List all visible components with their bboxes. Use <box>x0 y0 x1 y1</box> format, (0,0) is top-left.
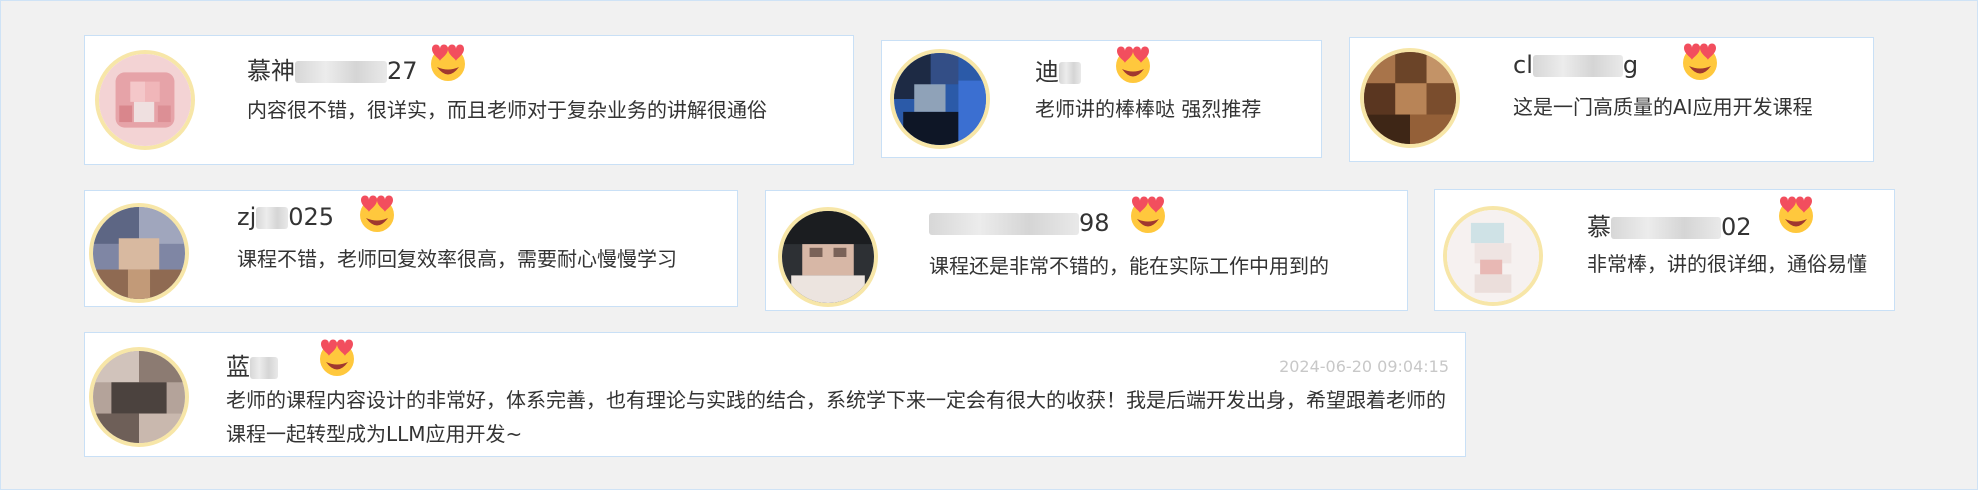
name-redaction <box>256 207 289 229</box>
review-comment: 课程不错，老师回复效率很高，需要耐心慢慢学习 <box>237 247 677 271</box>
avatar[interactable] <box>89 203 189 303</box>
review-timestamp: 2024-06-20 09:04:15 <box>1279 357 1449 376</box>
heart-eyes-emoji <box>431 44 465 81</box>
avatar[interactable] <box>890 49 990 149</box>
heart-eyes-emoji <box>360 195 394 232</box>
avatar[interactable] <box>1360 48 1460 148</box>
avatar[interactable] <box>95 50 195 150</box>
avatar[interactable] <box>1443 206 1543 306</box>
avatar[interactable] <box>89 347 189 447</box>
review-comment: 课程还是非常不错的，能在实际工作中用到的 <box>929 254 1329 278</box>
review-card: zj 025 课程不错，老师回复效率很高，需要耐心慢慢学习 <box>84 190 738 307</box>
review-board: 慕神 27 内容很不错，很详实，而且老师对于复杂业务的讲解很通俗 迪 老师讲的棒… <box>0 0 1978 490</box>
review-card: 迪 老师讲的棒棒哒 强烈推荐 <box>881 40 1322 158</box>
heart-eyes-emoji <box>1779 196 1813 233</box>
reviewer-name: zj 025 <box>237 203 335 231</box>
name-redaction <box>1532 55 1623 77</box>
name-redaction <box>1611 217 1721 239</box>
reviewer-name: 迪 <box>1035 52 1081 87</box>
review-comment: 内容很不错，很详实，而且老师对于复杂业务的讲解很通俗 <box>247 98 767 122</box>
name-redaction <box>250 357 278 379</box>
review-comment: 老师讲的棒棒哒 强烈推荐 <box>1035 97 1262 121</box>
review-comment: 这是一门高质量的AI应用开发课程 <box>1513 95 1813 119</box>
reviewer-name: 蓝 <box>226 347 278 382</box>
review-card: 蓝 2024-06-20 09:04:15 老师的课程内容设计的非常好，体系完善… <box>84 332 1466 457</box>
reviewer-name: cl g <box>1513 51 1639 79</box>
heart-eyes-emoji <box>1116 46 1150 83</box>
review-comment: 老师的课程内容设计的非常好，体系完善，也有理论与实践的结合，系统学下来一定会有很… <box>226 388 1446 446</box>
reviewer-name: 慕神 27 <box>247 57 418 85</box>
review-card: 慕神 27 内容很不错，很详实，而且老师对于复杂业务的讲解很通俗 <box>84 35 854 165</box>
review-comment: 非常棒，讲的很详细，通俗易懂 <box>1587 252 1867 276</box>
heart-eyes-emoji <box>320 339 354 376</box>
reviewer-name: 98 <box>929 209 1110 237</box>
avatar[interactable] <box>778 207 878 307</box>
review-card: 98 课程还是非常不错的，能在实际工作中用到的 <box>765 190 1408 311</box>
name-redaction <box>929 213 1079 235</box>
name-redaction <box>1059 62 1081 84</box>
name-redaction <box>295 61 387 83</box>
reviewer-name: 慕 02 <box>1587 213 1752 241</box>
review-card: 慕 02 非常棒，讲的很详细，通俗易懂 <box>1434 189 1895 311</box>
heart-eyes-emoji <box>1683 43 1717 80</box>
heart-eyes-emoji <box>1131 196 1165 233</box>
review-card: cl g 这是一门高质量的AI应用开发课程 <box>1349 37 1874 162</box>
